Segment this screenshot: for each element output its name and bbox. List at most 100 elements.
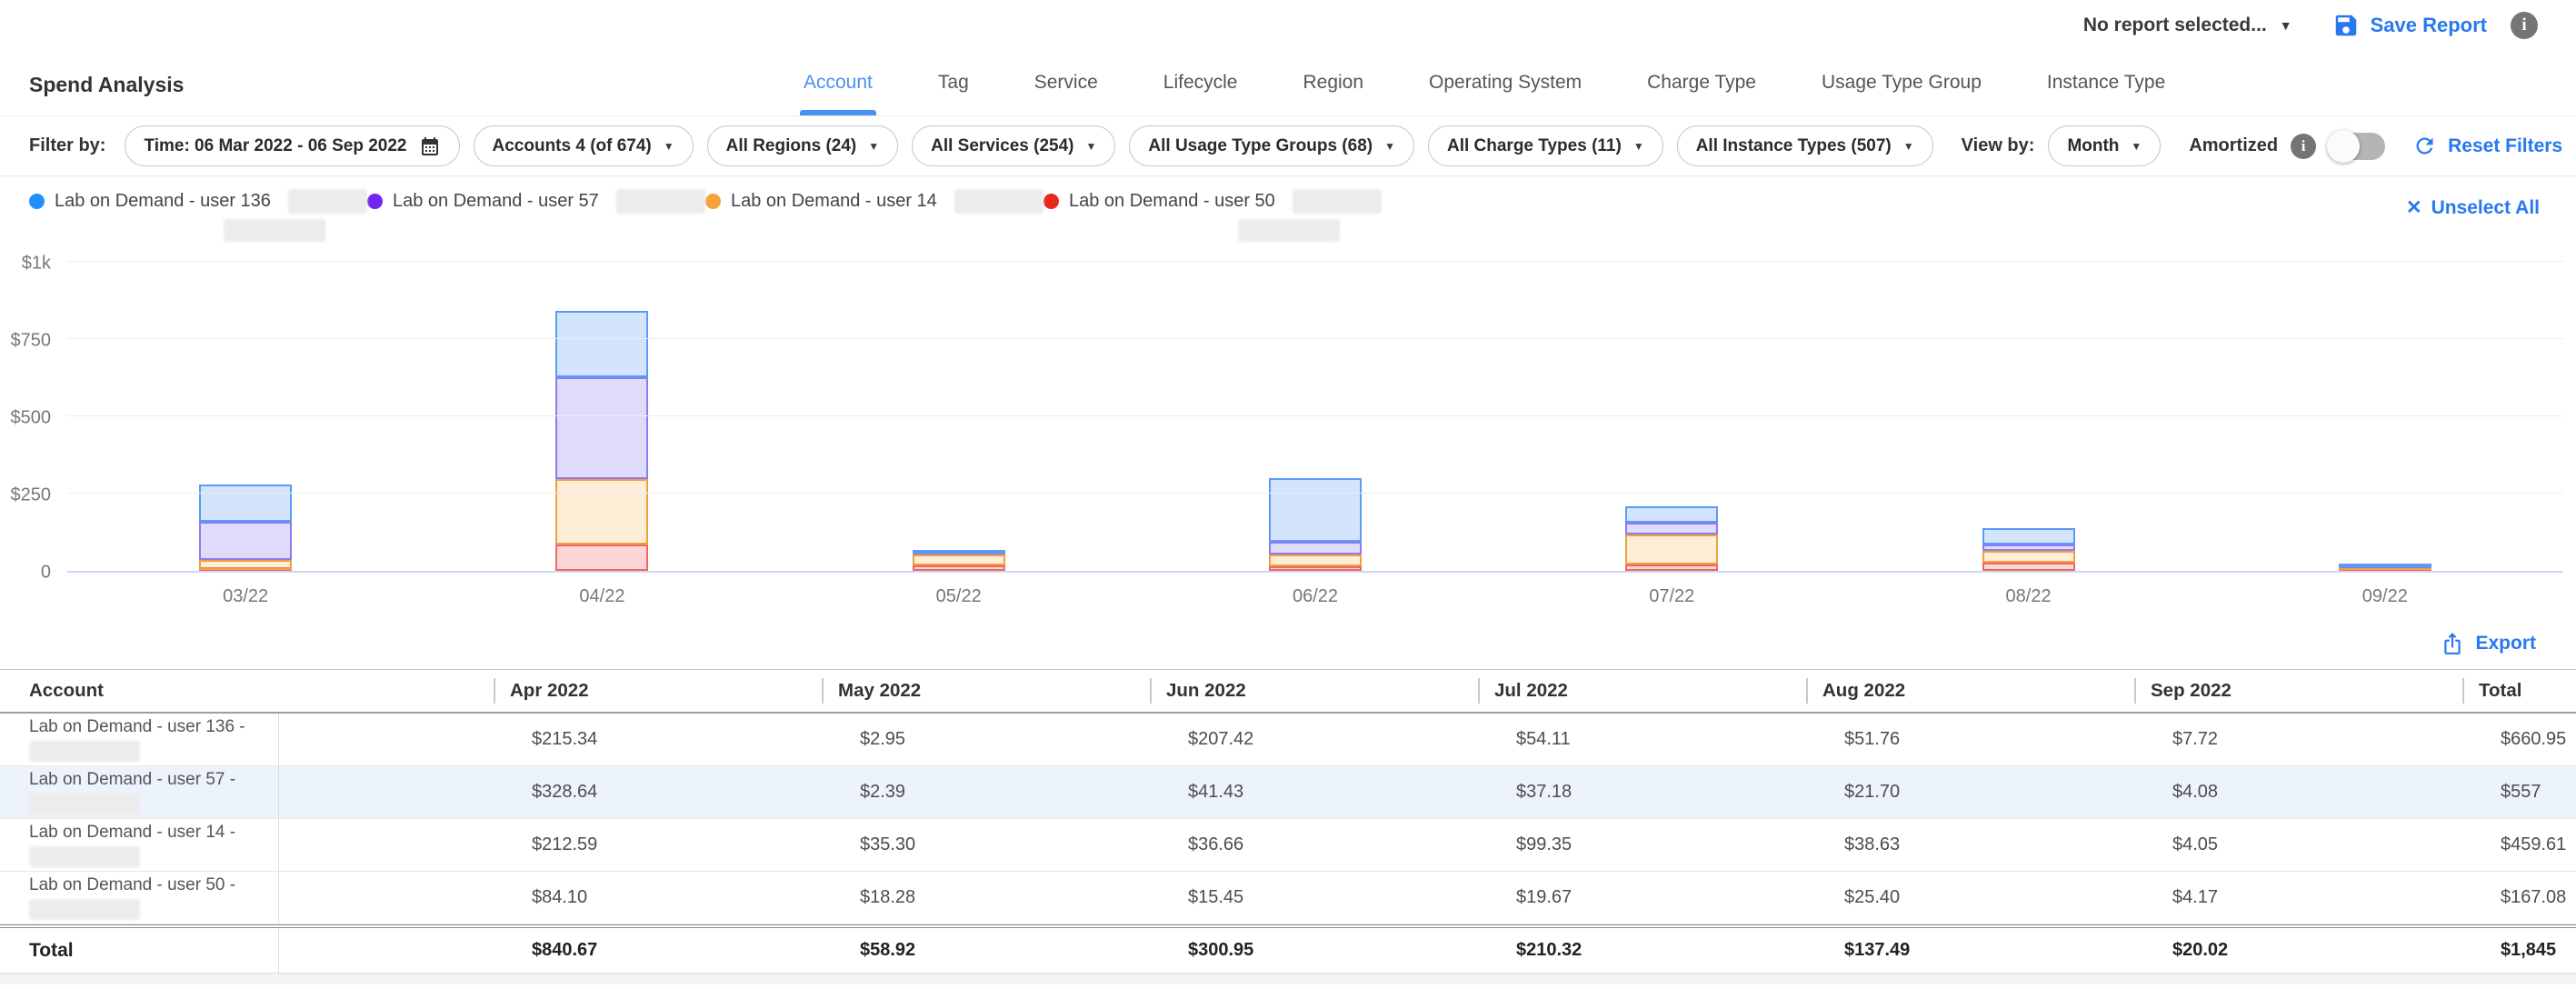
bar-slot-03-22: 03/22: [67, 262, 424, 571]
total-value-cell: $20.02: [1920, 940, 2248, 961]
chart-legend: Lab on Demand - user 136 Lab on Demand - …: [0, 176, 2576, 251]
chevron-down-icon: ▼: [2280, 18, 2292, 33]
value-cell: $7.72: [1920, 729, 2248, 750]
bar-segment-lab-on-demand-user-136[interactable]: [1625, 506, 1718, 523]
report-selector-dropdown[interactable]: No report selected... ▼: [2083, 15, 2292, 36]
tab-region[interactable]: Region: [1299, 72, 1367, 115]
legend-line: Lab on Demand - user 14: [705, 189, 1043, 214]
bar-segment-lab-on-demand-user-14[interactable]: [1625, 534, 1718, 565]
redacted-text: [616, 189, 705, 214]
tab-usage-type-group[interactable]: Usage Type Group: [1818, 72, 1985, 115]
bar-segment-lab-on-demand-user-14[interactable]: [199, 560, 292, 570]
value-cell: $21.70: [1592, 782, 1920, 803]
bar-segment-lab-on-demand-user-50[interactable]: [1625, 564, 1718, 571]
total-value-cell: $137.49: [1592, 940, 1920, 961]
x-axis-tick-label: 07/22: [1493, 586, 1850, 607]
bar-segment-lab-on-demand-user-57[interactable]: [1269, 542, 1362, 554]
bar-segment-lab-on-demand-user-136[interactable]: [1269, 478, 1362, 543]
header-tick: [494, 678, 495, 704]
view-by-value: Month: [2067, 136, 2119, 156]
tab-lifecycle[interactable]: Lifecycle: [1160, 72, 1242, 115]
filter-pill-all-regions[interactable]: All Regions (24)▼: [707, 125, 898, 166]
bar-segment-lab-on-demand-user-14[interactable]: [555, 479, 648, 544]
bar-segment-lab-on-demand-user-57[interactable]: [1625, 523, 1718, 534]
filter-pill-label: All Instance Types (507): [1696, 136, 1892, 156]
total-value-cell: $210.32: [1263, 940, 1592, 961]
bar-segment-lab-on-demand-user-14[interactable]: [913, 554, 1005, 565]
header-tick: [2462, 678, 2464, 704]
save-report-label: Save Report: [2371, 14, 2487, 37]
bar-segment-lab-on-demand-user-136[interactable]: [1982, 528, 2075, 544]
bar-segment-lab-on-demand-user-57[interactable]: [1982, 544, 2075, 551]
legend-item-lab-on-demand-user-57[interactable]: Lab on Demand - user 57: [367, 189, 705, 251]
header-tick: [1478, 678, 1480, 704]
filter-pill-all-charge-types[interactable]: All Charge Types (11)▼: [1428, 125, 1663, 166]
filter-pill-all-services[interactable]: All Services (254) ▼: [912, 125, 1115, 166]
tab-instance-type[interactable]: Instance Type: [2043, 72, 2169, 115]
gridline: [67, 415, 2563, 416]
export-button[interactable]: Export: [2441, 632, 2536, 655]
bar-segment-lab-on-demand-user-57[interactable]: [199, 522, 292, 561]
bar-segment-lab-on-demand-user-50[interactable]: [555, 544, 648, 571]
bar-segment-lab-on-demand-user-136[interactable]: [913, 550, 1005, 554]
bar-segment-lab-on-demand-user-14[interactable]: [1269, 554, 1362, 565]
bar-segment-lab-on-demand-user-50[interactable]: [1269, 566, 1362, 571]
table-total-row: Total$840.67$58.92$300.95$210.32$137.49$…: [0, 924, 2576, 974]
info-icon[interactable]: i: [2291, 134, 2316, 159]
header-tick: [2134, 678, 2136, 704]
unselect-all-button[interactable]: ✕ Unselect All: [2406, 196, 2540, 219]
value-cell: $328.64: [279, 782, 607, 803]
bar-segment-lab-on-demand-user-136[interactable]: [199, 485, 292, 522]
bar-segment-lab-on-demand-user-14[interactable]: [1982, 551, 2075, 563]
bar-segment-lab-on-demand-user-136[interactable]: [2339, 564, 2431, 567]
redacted-text: [288, 189, 367, 214]
tab-service[interactable]: Service: [1031, 72, 1102, 115]
value-cell: $99.35: [1263, 834, 1592, 855]
legend-item-lab-on-demand-user-50[interactable]: Lab on Demand - user 50: [1043, 189, 1382, 251]
redacted-text: [1238, 219, 1340, 242]
legend-item-lab-on-demand-user-14[interactable]: Lab on Demand - user 14: [705, 189, 1043, 251]
redacted-text: [224, 219, 325, 242]
legend-item-lab-on-demand-user-136[interactable]: Lab on Demand - user 136: [29, 189, 367, 251]
filter-pill-all-usage-type-groups[interactable]: All Usage Type Groups (68)▼: [1129, 125, 1414, 166]
x-axis-tick-label: 03/22: [67, 586, 424, 607]
chevron-down-icon: ▼: [2131, 140, 2142, 153]
account-cell: Lab on Demand - user 57 -: [0, 766, 279, 818]
filter-pill-accounts-4[interactable]: Accounts 4 (of 674)▼: [474, 125, 694, 166]
y-axis-tick-label: $500: [11, 408, 52, 429]
reset-filters-label: Reset Filters: [2448, 135, 2562, 157]
value-cell: $41.43: [935, 782, 1263, 803]
filter-pill-label: All Services (254): [931, 136, 1073, 156]
view-by-label: View by:: [1962, 135, 2035, 156]
x-axis-tick-label: 08/22: [1850, 586, 2206, 607]
legend-label: Lab on Demand - user 136: [55, 191, 271, 212]
filter-pill-label: Accounts 4 (of 674): [493, 136, 652, 156]
header-tick: [822, 678, 824, 704]
bottom-strip: [0, 974, 2576, 984]
view-by-dropdown[interactable]: Month ▼: [2048, 125, 2161, 166]
reset-filters-button[interactable]: Reset Filters: [2412, 134, 2562, 158]
tab-operating-system[interactable]: Operating System: [1425, 72, 1585, 115]
bar-segment-lab-on-demand-user-57[interactable]: [555, 377, 648, 479]
amortized-toggle[interactable]: [2329, 133, 2385, 160]
chevron-down-icon: ▼: [1086, 140, 1097, 153]
table-row-lab-on-demand-user-136[interactable]: Lab on Demand - user 136 -$215.34$2.95$2…: [0, 714, 2576, 766]
tab-tag[interactable]: Tag: [934, 72, 973, 115]
value-cell: $167.08: [2248, 887, 2576, 908]
export-label: Export: [2475, 633, 2536, 654]
bar-segment-lab-on-demand-user-136[interactable]: [555, 311, 648, 377]
info-icon[interactable]: i: [2511, 12, 2538, 39]
table-row-lab-on-demand-user-57[interactable]: Lab on Demand - user 57 -$328.64$2.39$41…: [0, 766, 2576, 819]
tab-account[interactable]: Account: [800, 72, 876, 115]
table-row-lab-on-demand-user-50[interactable]: Lab on Demand - user 50 -$84.10$18.28$15…: [0, 872, 2576, 924]
filter-pill-time[interactable]: Time: 06 Mar 2022 - 06 Sep 2022: [125, 125, 459, 166]
bar-segment-lab-on-demand-user-50[interactable]: [1982, 563, 2075, 571]
report-selector-value: No report selected...: [2083, 15, 2267, 36]
column-header-label: May 2022: [838, 680, 921, 702]
tab-charge-type[interactable]: Charge Type: [1643, 72, 1760, 115]
table-row-lab-on-demand-user-14[interactable]: Lab on Demand - user 14 -$212.59$35.30$3…: [0, 819, 2576, 872]
save-report-button[interactable]: Save Report: [2332, 12, 2487, 39]
bar-segment-lab-on-demand-user-50[interactable]: [913, 565, 1005, 571]
filter-pill-all-instance-types[interactable]: All Instance Types (507)▼: [1677, 125, 1933, 166]
legend-label: Lab on Demand - user 57: [393, 191, 599, 212]
